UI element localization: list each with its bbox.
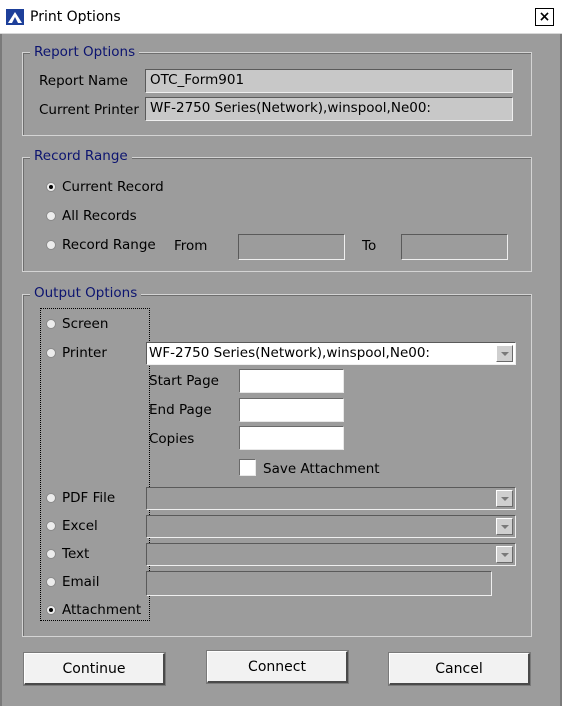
start-page-input[interactable] xyxy=(239,369,344,393)
end-page-label: End Page xyxy=(149,402,212,418)
printer-radio[interactable] xyxy=(46,348,56,358)
save-attachment-checkbox[interactable] xyxy=(239,459,256,476)
to-field xyxy=(401,234,508,260)
report-options-group xyxy=(22,52,532,136)
email-radio[interactable] xyxy=(46,577,56,587)
text-select[interactable] xyxy=(146,543,516,566)
text-radio[interactable] xyxy=(46,549,56,559)
record-range-radio[interactable] xyxy=(46,240,56,250)
all-records-label[interactable]: All Records xyxy=(62,207,137,225)
title-bar: Print Options × xyxy=(0,0,562,34)
current-record-label[interactable]: Current Record xyxy=(62,178,164,196)
chevron-down-icon[interactable] xyxy=(496,518,513,535)
copies-input[interactable] xyxy=(239,426,344,450)
pdf-file-select[interactable] xyxy=(146,487,516,510)
app-icon xyxy=(6,9,24,25)
printer-select[interactable]: WF-2750 Series(Network),winspool,Ne00: xyxy=(146,342,516,365)
screen-label[interactable]: Screen xyxy=(62,315,108,333)
report-options-legend: Report Options xyxy=(30,44,140,60)
pdf-file-label[interactable]: PDF File xyxy=(62,489,115,507)
cancel-button[interactable]: Cancel xyxy=(389,653,530,685)
text-label[interactable]: Text xyxy=(62,545,89,563)
current-record-radio[interactable] xyxy=(46,182,56,192)
window-title: Print Options xyxy=(30,9,121,25)
email-field[interactable] xyxy=(146,571,492,596)
report-name-field: OTC_Form901 xyxy=(145,69,513,93)
to-label: To xyxy=(362,238,377,254)
excel-radio[interactable] xyxy=(46,521,56,531)
from-field xyxy=(238,234,345,260)
attachment-radio[interactable] xyxy=(46,605,56,615)
record-range-legend: Record Range xyxy=(30,148,132,164)
record-range-label[interactable]: Record Range xyxy=(62,236,156,254)
current-printer-field: WF-2750 Series(Network),winspool,Ne00: xyxy=(145,97,513,121)
chevron-down-icon[interactable] xyxy=(496,345,513,362)
excel-label[interactable]: Excel xyxy=(62,517,98,535)
continue-button[interactable]: Continue xyxy=(24,653,165,685)
save-attachment-label[interactable]: Save Attachment xyxy=(263,460,380,478)
connect-button[interactable]: Connect xyxy=(207,651,348,683)
all-records-radio[interactable] xyxy=(46,211,56,221)
start-page-label: Start Page xyxy=(149,373,219,389)
output-options-legend: Output Options xyxy=(30,285,142,301)
chevron-down-icon[interactable] xyxy=(496,490,513,507)
printer-select-value: WF-2750 Series(Network),winspool,Ne00: xyxy=(149,345,430,361)
email-label[interactable]: Email xyxy=(62,573,99,591)
chevron-down-icon[interactable] xyxy=(496,546,513,563)
attachment-label[interactable]: Attachment xyxy=(62,601,141,619)
current-printer-label: Current Printer xyxy=(39,102,139,118)
end-page-input[interactable] xyxy=(239,398,344,422)
printer-label[interactable]: Printer xyxy=(62,344,107,362)
pdf-file-radio[interactable] xyxy=(46,493,56,503)
screen-radio[interactable] xyxy=(46,319,56,329)
from-label: From xyxy=(174,238,208,254)
close-button[interactable]: × xyxy=(535,8,554,26)
copies-label: Copies xyxy=(149,431,195,447)
report-name-label: Report Name xyxy=(39,73,128,89)
excel-select[interactable] xyxy=(146,515,516,538)
